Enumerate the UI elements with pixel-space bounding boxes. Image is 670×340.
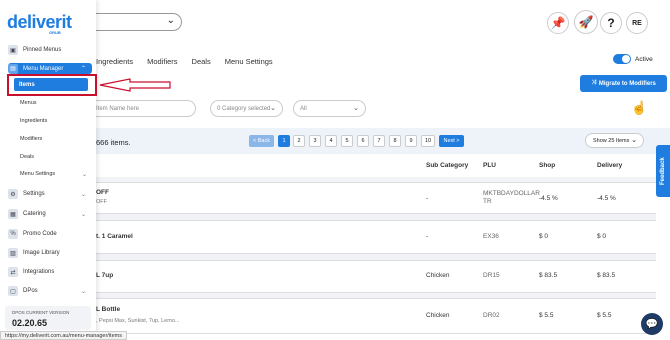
annotation-arrow [99,78,171,92]
status-bar-url: https://my.deliverit.com.au/menu-manager… [0,331,127,340]
arrow-shape [99,78,171,92]
